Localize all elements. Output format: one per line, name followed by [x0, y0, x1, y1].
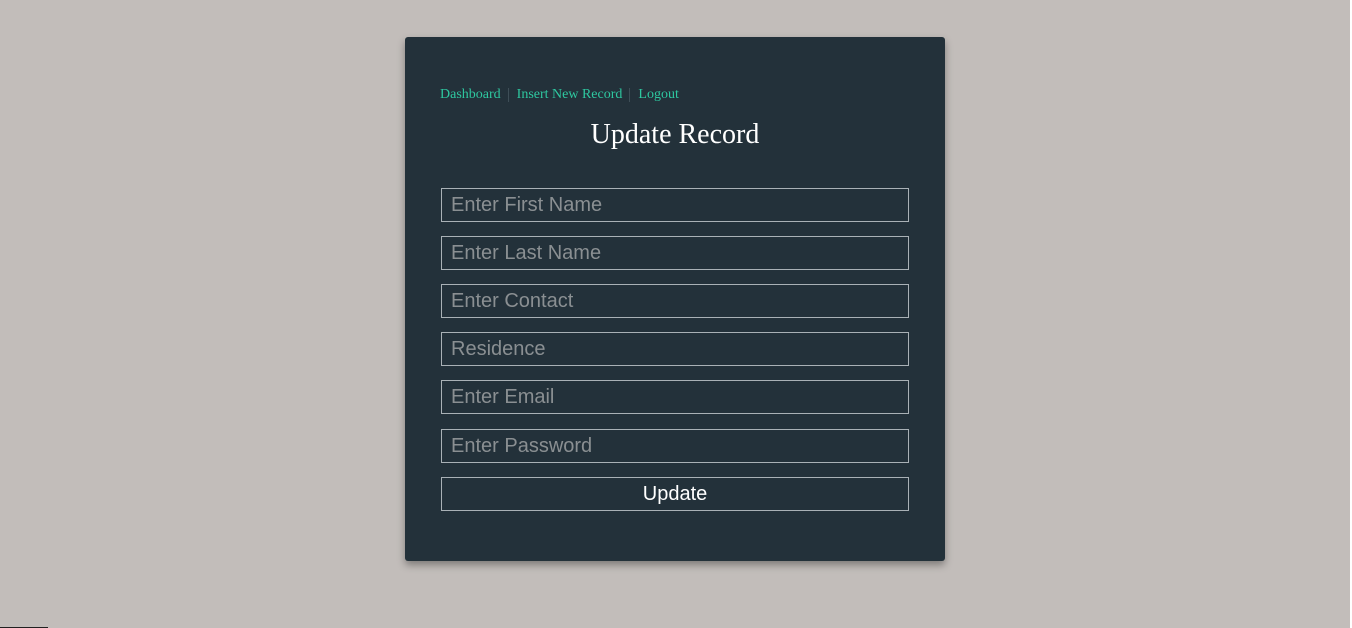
logout-link[interactable]: Logout: [638, 87, 678, 102]
email-input[interactable]: [441, 380, 909, 414]
nav-divider: [507, 87, 509, 102]
update-button[interactable]: Update: [441, 477, 909, 511]
nav-divider: [629, 87, 631, 102]
dashboard-link[interactable]: Dashboard: [440, 87, 501, 102]
page-background: Dashboard Insert New Record Logout Update …: [0, 0, 1352, 628]
residence-input[interactable]: [441, 332, 909, 366]
insert-new-record-link[interactable]: Insert New Record: [517, 87, 623, 102]
page-title: Update Record: [590, 119, 760, 150]
top-navigation: Dashboard Insert New Record Logout: [440, 87, 686, 103]
password-input[interactable]: [441, 429, 909, 463]
update-record-card: Dashboard Insert New Record Logout Update …: [405, 37, 945, 561]
last-name-input[interactable]: [441, 236, 909, 270]
first-name-input[interactable]: [441, 188, 909, 222]
contact-input[interactable]: [441, 284, 909, 318]
